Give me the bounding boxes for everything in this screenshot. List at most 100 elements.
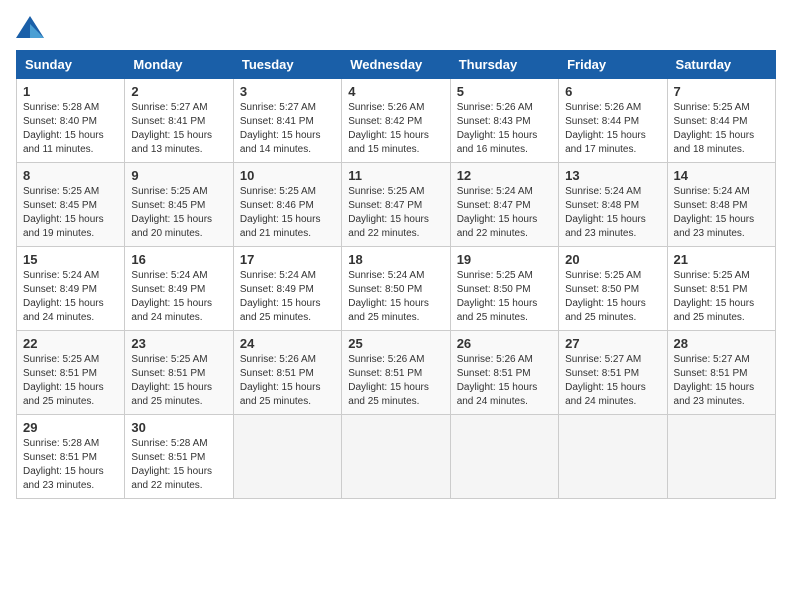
calendar-cell: 1 Sunrise: 5:28 AMSunset: 8:40 PMDayligh… [17,79,125,163]
day-number: 15 [23,252,118,267]
calendar-week-row: 1 Sunrise: 5:28 AMSunset: 8:40 PMDayligh… [17,79,776,163]
calendar-week-row: 15 Sunrise: 5:24 AMSunset: 8:49 PMDaylig… [17,247,776,331]
day-info: Sunrise: 5:27 AMSunset: 8:41 PMDaylight:… [240,101,335,157]
calendar-week-row: 29 Sunrise: 5:28 AMSunset: 8:51 PMDaylig… [17,415,776,499]
calendar-cell: 29 Sunrise: 5:28 AMSunset: 8:51 PMDaylig… [17,415,125,499]
day-info: Sunrise: 5:26 AMSunset: 8:42 PMDaylight:… [348,101,443,157]
day-number: 17 [240,252,335,267]
calendar-cell: 18 Sunrise: 5:24 AMSunset: 8:50 PMDaylig… [342,247,450,331]
day-number: 16 [131,252,226,267]
day-info: Sunrise: 5:25 AMSunset: 8:45 PMDaylight:… [131,185,226,241]
calendar-cell: 24 Sunrise: 5:26 AMSunset: 8:51 PMDaylig… [233,331,341,415]
calendar-cell: 9 Sunrise: 5:25 AMSunset: 8:45 PMDayligh… [125,163,233,247]
calendar-header-row: SundayMondayTuesdayWednesdayThursdayFrid… [17,51,776,79]
calendar-cell: 17 Sunrise: 5:24 AMSunset: 8:49 PMDaylig… [233,247,341,331]
calendar-cell [233,415,341,499]
day-info: Sunrise: 5:25 AMSunset: 8:50 PMDaylight:… [565,269,660,325]
day-number: 4 [348,84,443,99]
day-info: Sunrise: 5:28 AMSunset: 8:51 PMDaylight:… [23,437,118,493]
calendar-header-friday: Friday [559,51,667,79]
calendar-cell: 28 Sunrise: 5:27 AMSunset: 8:51 PMDaylig… [667,331,775,415]
calendar-week-row: 8 Sunrise: 5:25 AMSunset: 8:45 PMDayligh… [17,163,776,247]
day-number: 14 [674,168,769,183]
calendar-cell: 30 Sunrise: 5:28 AMSunset: 8:51 PMDaylig… [125,415,233,499]
day-number: 1 [23,84,118,99]
calendar-cell [342,415,450,499]
day-number: 9 [131,168,226,183]
day-info: Sunrise: 5:25 AMSunset: 8:47 PMDaylight:… [348,185,443,241]
day-info: Sunrise: 5:26 AMSunset: 8:51 PMDaylight:… [240,353,335,409]
day-info: Sunrise: 5:24 AMSunset: 8:49 PMDaylight:… [240,269,335,325]
calendar-cell: 7 Sunrise: 5:25 AMSunset: 8:44 PMDayligh… [667,79,775,163]
calendar-cell: 3 Sunrise: 5:27 AMSunset: 8:41 PMDayligh… [233,79,341,163]
calendar-header-monday: Monday [125,51,233,79]
day-number: 12 [457,168,552,183]
day-info: Sunrise: 5:25 AMSunset: 8:46 PMDaylight:… [240,185,335,241]
calendar-cell: 22 Sunrise: 5:25 AMSunset: 8:51 PMDaylig… [17,331,125,415]
calendar-cell: 27 Sunrise: 5:27 AMSunset: 8:51 PMDaylig… [559,331,667,415]
calendar-cell: 2 Sunrise: 5:27 AMSunset: 8:41 PMDayligh… [125,79,233,163]
day-number: 23 [131,336,226,351]
day-info: Sunrise: 5:25 AMSunset: 8:51 PMDaylight:… [674,269,769,325]
calendar-cell: 21 Sunrise: 5:25 AMSunset: 8:51 PMDaylig… [667,247,775,331]
calendar-cell: 13 Sunrise: 5:24 AMSunset: 8:48 PMDaylig… [559,163,667,247]
calendar-cell: 20 Sunrise: 5:25 AMSunset: 8:50 PMDaylig… [559,247,667,331]
logo [16,16,48,38]
day-number: 6 [565,84,660,99]
day-number: 3 [240,84,335,99]
day-number: 11 [348,168,443,183]
day-info: Sunrise: 5:24 AMSunset: 8:49 PMDaylight:… [23,269,118,325]
calendar-cell [559,415,667,499]
day-info: Sunrise: 5:25 AMSunset: 8:51 PMDaylight:… [23,353,118,409]
day-number: 29 [23,420,118,435]
calendar-cell: 15 Sunrise: 5:24 AMSunset: 8:49 PMDaylig… [17,247,125,331]
calendar-cell: 6 Sunrise: 5:26 AMSunset: 8:44 PMDayligh… [559,79,667,163]
day-number: 28 [674,336,769,351]
day-info: Sunrise: 5:24 AMSunset: 8:49 PMDaylight:… [131,269,226,325]
calendar-header-saturday: Saturday [667,51,775,79]
calendar-cell: 12 Sunrise: 5:24 AMSunset: 8:47 PMDaylig… [450,163,558,247]
header [16,16,776,38]
calendar-cell: 11 Sunrise: 5:25 AMSunset: 8:47 PMDaylig… [342,163,450,247]
calendar-cell: 14 Sunrise: 5:24 AMSunset: 8:48 PMDaylig… [667,163,775,247]
day-info: Sunrise: 5:24 AMSunset: 8:47 PMDaylight:… [457,185,552,241]
day-number: 22 [23,336,118,351]
day-number: 5 [457,84,552,99]
day-number: 25 [348,336,443,351]
calendar-cell [450,415,558,499]
calendar-header-tuesday: Tuesday [233,51,341,79]
day-info: Sunrise: 5:24 AMSunset: 8:48 PMDaylight:… [565,185,660,241]
calendar-cell: 19 Sunrise: 5:25 AMSunset: 8:50 PMDaylig… [450,247,558,331]
day-info: Sunrise: 5:24 AMSunset: 8:48 PMDaylight:… [674,185,769,241]
calendar-header-wednesday: Wednesday [342,51,450,79]
day-info: Sunrise: 5:24 AMSunset: 8:50 PMDaylight:… [348,269,443,325]
day-number: 8 [23,168,118,183]
day-info: Sunrise: 5:26 AMSunset: 8:51 PMDaylight:… [348,353,443,409]
calendar-cell: 23 Sunrise: 5:25 AMSunset: 8:51 PMDaylig… [125,331,233,415]
day-number: 26 [457,336,552,351]
day-number: 24 [240,336,335,351]
day-info: Sunrise: 5:27 AMSunset: 8:51 PMDaylight:… [565,353,660,409]
day-number: 19 [457,252,552,267]
day-info: Sunrise: 5:26 AMSunset: 8:51 PMDaylight:… [457,353,552,409]
calendar-cell: 16 Sunrise: 5:24 AMSunset: 8:49 PMDaylig… [125,247,233,331]
calendar-cell [667,415,775,499]
calendar-header-sunday: Sunday [17,51,125,79]
calendar-cell: 4 Sunrise: 5:26 AMSunset: 8:42 PMDayligh… [342,79,450,163]
day-number: 30 [131,420,226,435]
day-info: Sunrise: 5:28 AMSunset: 8:51 PMDaylight:… [131,437,226,493]
calendar-cell: 5 Sunrise: 5:26 AMSunset: 8:43 PMDayligh… [450,79,558,163]
day-info: Sunrise: 5:26 AMSunset: 8:43 PMDaylight:… [457,101,552,157]
logo-icon [16,16,44,38]
day-number: 27 [565,336,660,351]
day-number: 10 [240,168,335,183]
calendar: SundayMondayTuesdayWednesdayThursdayFrid… [16,50,776,499]
calendar-header-thursday: Thursday [450,51,558,79]
day-info: Sunrise: 5:25 AMSunset: 8:44 PMDaylight:… [674,101,769,157]
day-info: Sunrise: 5:26 AMSunset: 8:44 PMDaylight:… [565,101,660,157]
day-info: Sunrise: 5:25 AMSunset: 8:50 PMDaylight:… [457,269,552,325]
day-number: 18 [348,252,443,267]
calendar-cell: 10 Sunrise: 5:25 AMSunset: 8:46 PMDaylig… [233,163,341,247]
calendar-cell: 8 Sunrise: 5:25 AMSunset: 8:45 PMDayligh… [17,163,125,247]
day-number: 7 [674,84,769,99]
